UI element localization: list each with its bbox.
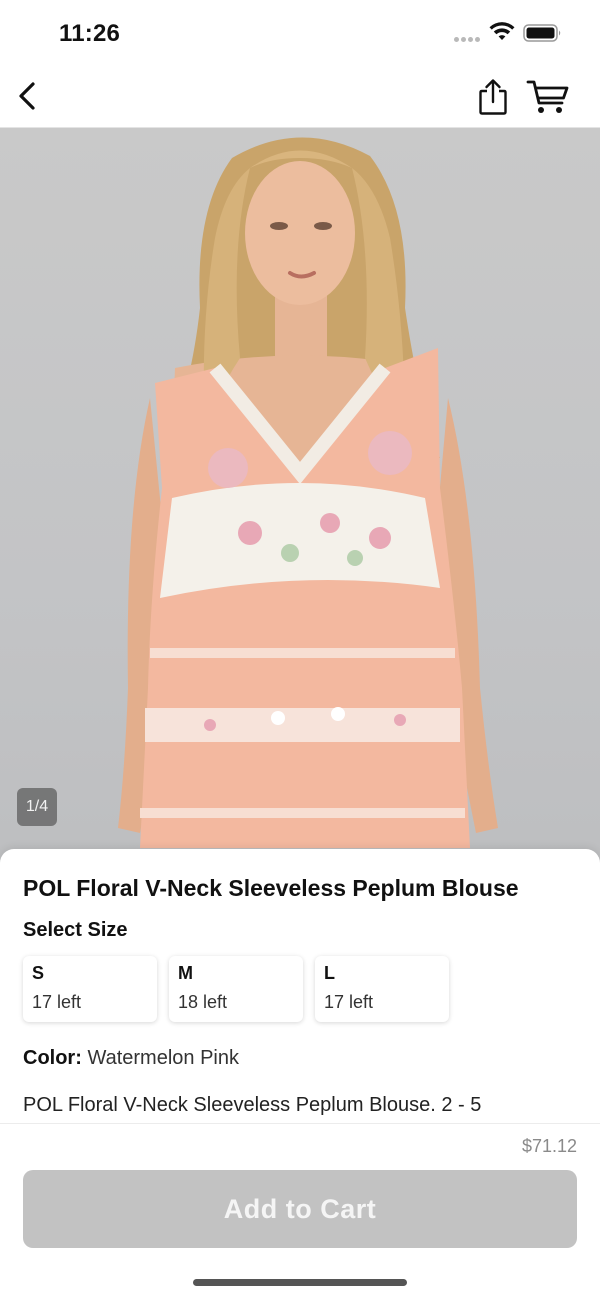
- purchase-footer: $71.12 Add to Cart: [0, 1123, 600, 1298]
- size-name: S: [32, 963, 45, 983]
- size-stock: 18 left: [178, 992, 228, 1012]
- size-name: M: [178, 963, 193, 983]
- cart-icon[interactable]: [526, 78, 570, 116]
- size-stock: 17 left: [32, 992, 82, 1012]
- home-indicator: [193, 1279, 407, 1286]
- size-option-s[interactable]: S 17 left: [23, 956, 157, 1022]
- size-option-l[interactable]: L 17 left: [315, 956, 449, 1022]
- size-stock: 17 left: [324, 992, 374, 1012]
- image-counter: 1/4: [17, 788, 57, 826]
- product-description: POL Floral V-Neck Sleeveless Peplum Blou…: [23, 1094, 482, 1116]
- size-option-m[interactable]: M 18 left: [169, 956, 303, 1022]
- price: $71.12: [521, 1136, 577, 1156]
- select-size-label: Select Size: [23, 919, 128, 941]
- color-row: Color: Watermelon Pink: [23, 1047, 239, 1070]
- status-bar: 11:26: [0, 0, 600, 64]
- share-icon[interactable]: [476, 78, 510, 116]
- status-time: 11:26: [59, 20, 121, 47]
- add-to-cart-button[interactable]: Add to Cart: [23, 1170, 577, 1248]
- signal-dots-icon: [454, 37, 482, 43]
- size-name: L: [324, 963, 335, 983]
- wifi-icon: [489, 22, 515, 40]
- color-value: Watermelon Pink: [87, 1047, 239, 1069]
- nav-bar: [0, 64, 600, 128]
- size-options: S 17 left M 18 left L 17 left: [23, 956, 449, 1022]
- product-photo-illustration: [118, 137, 498, 848]
- battery-icon: [523, 24, 561, 42]
- product-title: POL Floral V-Neck Sleeveless Peplum Blou…: [23, 875, 519, 901]
- product-image[interactable]: [0, 128, 600, 888]
- color-label: Color:: [23, 1047, 82, 1069]
- back-icon[interactable]: [14, 80, 42, 112]
